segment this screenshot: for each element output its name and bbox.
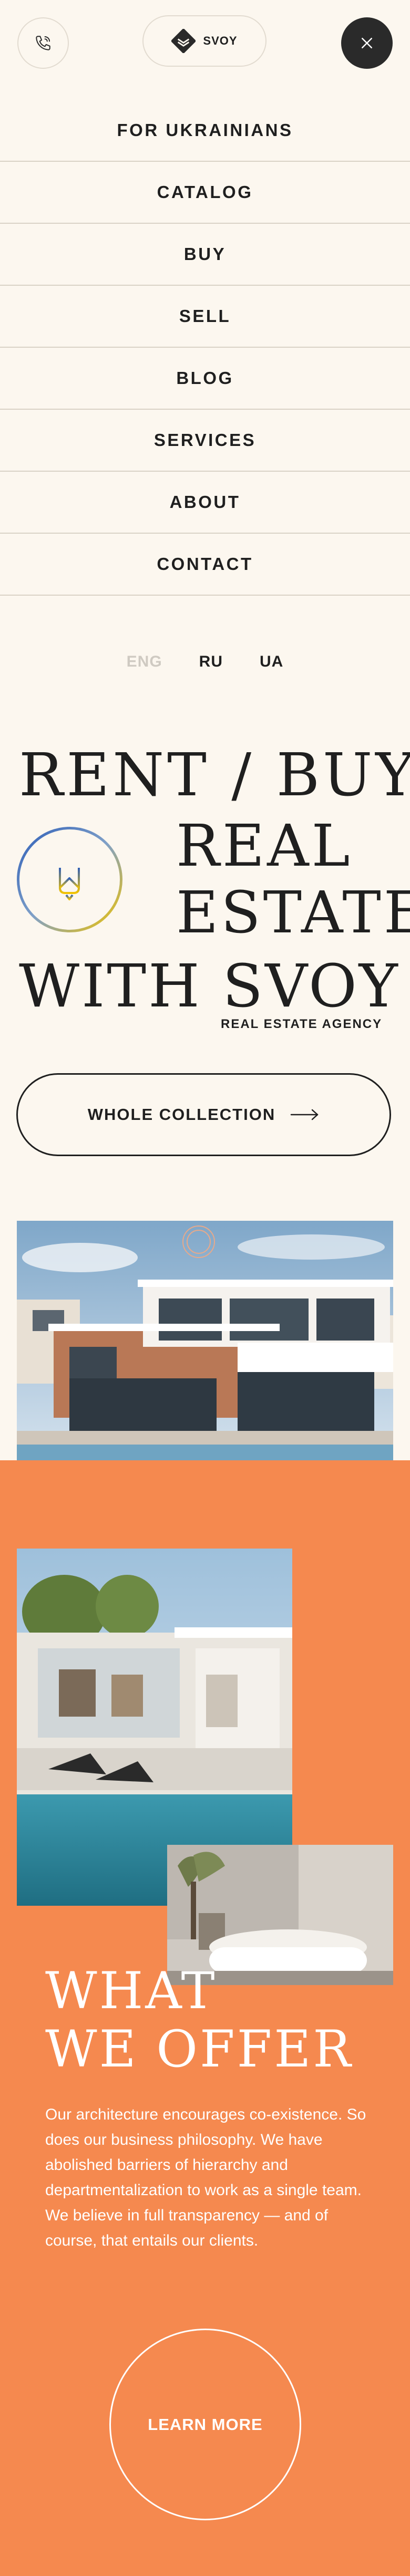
logo-home-link[interactable]: SVOY: [142, 15, 266, 67]
decorative-circle-icon: [182, 1225, 215, 1258]
nav-item-buy[interactable]: BUY: [0, 224, 410, 286]
nav-item-contact[interactable]: CONTACT: [0, 534, 410, 596]
offer-title-line-1: WHAT: [45, 1961, 217, 2020]
nav-item-sell[interactable]: SELL: [0, 286, 410, 348]
nav-item-services[interactable]: SERVICES: [0, 410, 410, 472]
lang-eng[interactable]: ENG: [127, 653, 162, 671]
hero-title-line-4: WITH SVOY: [19, 952, 400, 1021]
lang-ua[interactable]: UA: [260, 653, 283, 671]
nav-item-for-ukrainians[interactable]: FOR UKRAINIANS: [0, 100, 410, 162]
hero-tagline: REAL ESTATE AGENCY: [221, 1017, 383, 1031]
arrow-right-icon: [290, 1109, 319, 1120]
learn-more-button[interactable]: LEARN MORE: [109, 2329, 301, 2520]
nav-item-about[interactable]: ABOUT: [0, 472, 410, 534]
main-menu: FOR UKRAINIANS CATALOG BUY SELL BLOG SER…: [0, 100, 410, 596]
offer-title-line-2: WE OFFER: [45, 2020, 353, 2079]
nav-item-catalog[interactable]: CATALOG: [0, 162, 410, 224]
hero-title-line-1: RENT / BUY: [19, 741, 410, 809]
ukraine-badge: [16, 826, 124, 933]
nav-item-blog[interactable]: BLOG: [0, 348, 410, 410]
whole-collection-button[interactable]: WHOLE COLLECTION: [16, 1073, 391, 1156]
whole-collection-label: WHOLE COLLECTION: [87, 1105, 276, 1124]
logo-text: SVOY: [203, 34, 238, 47]
lang-ru[interactable]: RU: [199, 653, 223, 671]
header: SVOY: [0, 0, 410, 84]
hero-title-line-3: ESTATE: [176, 879, 410, 946]
svoy-logo-icon: [171, 29, 196, 53]
close-icon: [362, 38, 372, 48]
ukraine-trident-icon: [59, 866, 80, 900]
language-switcher: ENG RU UA: [0, 653, 410, 671]
phone-button[interactable]: [17, 17, 69, 69]
offer-description: Our architecture encourages co-existence…: [45, 2106, 366, 2249]
learn-more-label: LEARN MORE: [148, 2415, 263, 2434]
close-menu-button[interactable]: [341, 17, 393, 69]
phone-icon: [36, 36, 50, 50]
hero-title-line-2: REAL: [176, 812, 353, 879]
